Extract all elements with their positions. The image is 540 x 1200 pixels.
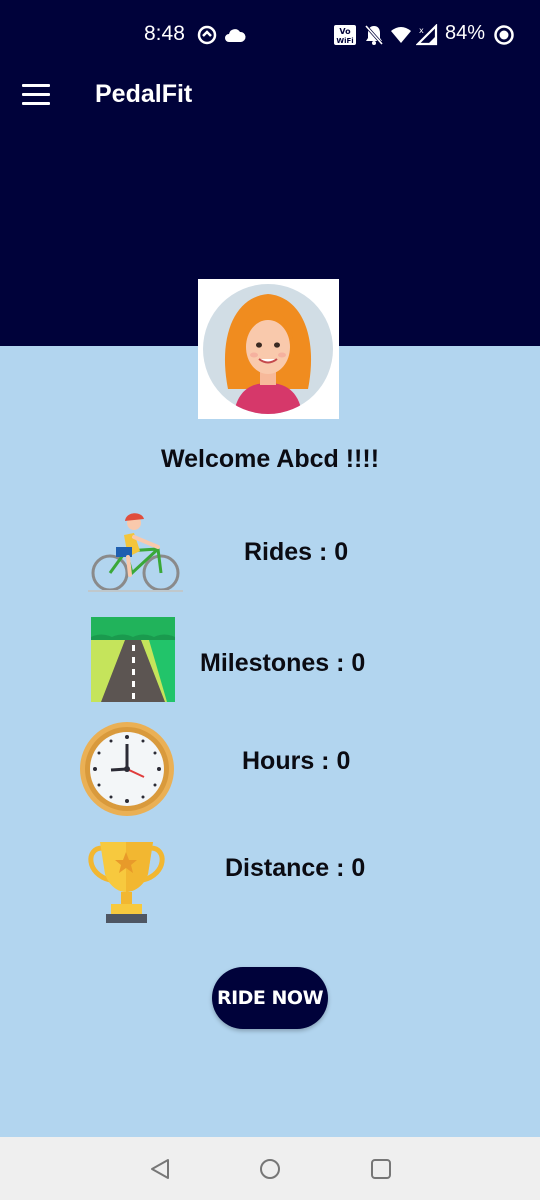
recents-icon[interactable] (367, 1155, 395, 1183)
vowifi-icon: Vo WiFi (333, 22, 357, 48)
clock-icon (78, 720, 176, 823)
svg-text:Vo: Vo (339, 27, 351, 36)
status-bar: 8:48 Vo WiFi x 84% (0, 0, 540, 72)
wifi-icon (390, 22, 412, 48)
back-icon[interactable] (146, 1155, 174, 1183)
signal-icon: x (416, 22, 438, 48)
hours-stat: Hours : 0 (242, 747, 351, 775)
profile-avatar[interactable] (198, 279, 339, 419)
system-navigation-bar (0, 1137, 540, 1200)
battery-percentage: 84% (445, 22, 486, 44)
status-time: 8:48 (144, 22, 185, 45)
svg-text:WiFi: WiFi (336, 37, 353, 45)
vpn-icon (196, 22, 218, 48)
distance-stat: Distance : 0 (225, 854, 366, 882)
cyclist-icon (88, 507, 183, 598)
app-title: PedalFit (95, 80, 193, 108)
welcome-message: Welcome Abcd !!!! (160, 445, 380, 473)
ride-now-button[interactable]: RIDE NOW (212, 967, 328, 1029)
svg-text:x: x (419, 26, 424, 35)
woman-avatar-icon (203, 284, 333, 414)
rides-stat: Rides : 0 (244, 538, 349, 566)
mute-icon (364, 22, 384, 48)
cloud-icon (224, 22, 246, 48)
battery-icon (493, 22, 515, 48)
milestones-stat: Milestones : 0 (200, 649, 366, 677)
trophy-icon (84, 840, 169, 929)
road-icon (91, 617, 175, 707)
hamburger-menu-icon[interactable] (22, 84, 50, 108)
home-icon[interactable] (256, 1155, 284, 1183)
